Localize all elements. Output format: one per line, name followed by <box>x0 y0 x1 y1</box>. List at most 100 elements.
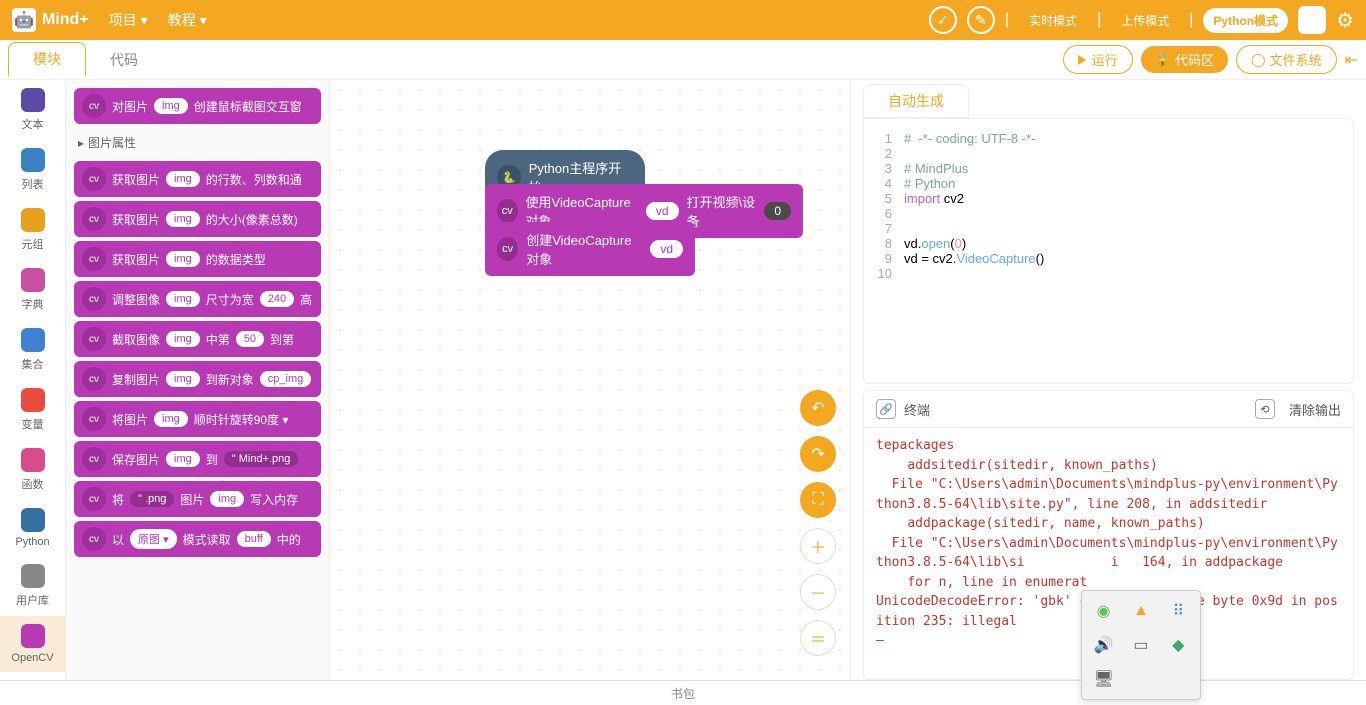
category-OpenCV[interactable]: OpenCV <box>0 616 65 672</box>
block-arg[interactable]: buff <box>237 531 271 547</box>
block-text: 截取图像 <box>112 331 160 348</box>
tab-code[interactable]: 代码 <box>86 44 162 76</box>
palette-block[interactable]: cv保存图片img到" Mind+.png <box>74 441 321 477</box>
menu-project[interactable]: 项目 ▾ <box>109 10 148 30</box>
code-area-button[interactable]: 🔒 代码区 <box>1141 46 1228 73</box>
zoom-reset-button[interactable]: ＝ <box>800 620 836 656</box>
palette-block[interactable]: cv将" .png图片img写入内存 <box>74 481 321 517</box>
block-videocapture-create[interactable]: cv 创建VideoCapture对象 vd <box>485 222 695 276</box>
robot-icon[interactable] <box>1298 6 1326 34</box>
block-arg[interactable]: img <box>154 98 188 114</box>
block-arg-obj[interactable]: vd <box>650 240 683 258</box>
tab-blocks[interactable]: 模块 <box>8 42 86 77</box>
block-text: 获取图片 <box>112 211 160 228</box>
palette-block[interactable]: cv获取图片img的行数、列数和通 <box>74 161 321 197</box>
block-text: 的大小(像素总数) <box>206 211 298 228</box>
palette-block[interactable]: cv复制图片img到新对象cp_img <box>74 361 321 397</box>
palette-block[interactable]: cv以原图 ▾模式读取buff中的 <box>74 521 321 557</box>
block-text: 将图片 <box>112 411 148 428</box>
block-arg[interactable]: img <box>166 331 200 347</box>
palette-section-label: 图片属性 <box>88 134 136 151</box>
block-arg[interactable]: cp_img <box>260 371 311 387</box>
category-字典[interactable]: 字典 <box>0 260 65 320</box>
block-arg[interactable]: img <box>154 411 188 427</box>
code-text <box>904 206 1353 221</box>
block-arg[interactable]: 240 <box>260 291 294 307</box>
category-icon <box>21 388 45 412</box>
mode-realtime[interactable]: 实时模式 <box>1019 8 1087 33</box>
menu-tutorial[interactable]: 教程 ▾ <box>168 10 207 30</box>
line-number: 1 <box>864 131 904 146</box>
mode-upload[interactable]: 上传模式 <box>1111 8 1179 33</box>
block-arg[interactable]: img <box>210 491 244 507</box>
category-文本[interactable]: 文本 <box>0 80 65 140</box>
file-system-button[interactable]: ◯ 文件系统 <box>1236 45 1337 74</box>
block-arg-device[interactable]: 0 <box>764 202 791 220</box>
block-label: 创建VideoCapture对象 <box>526 230 642 268</box>
palette-block[interactable]: cv获取图片img的大小(像素总数) <box>74 201 321 237</box>
category-函数[interactable]: 函数 <box>0 440 65 500</box>
terminal-clear-button[interactable]: ⟲ 清除输出 <box>1255 399 1341 419</box>
category-变量[interactable]: 变量 <box>0 380 65 440</box>
gear-icon[interactable]: ⚙ <box>1336 8 1354 33</box>
tray-grid-icon[interactable]: ⠿ <box>1163 597 1194 625</box>
mode-python[interactable]: Python模式 <box>1203 8 1288 33</box>
undo-button[interactable]: ↶ <box>800 390 836 426</box>
tray-volume-icon[interactable]: 🔊 <box>1088 631 1119 659</box>
palette-block[interactable]: cv对图片img创建鼠标截图交互窗 <box>74 88 321 124</box>
code-text: # -*- coding: UTF-8 -*- <box>904 131 1353 146</box>
category-label: OpenCV <box>11 652 53 664</box>
palette-block[interactable]: cv调整图像img尺寸为宽240高 <box>74 281 321 317</box>
block-canvas[interactable]: 🐍 Python主程序开始 cv 使用VideoCapture对象 vd 打开视… <box>330 80 850 680</box>
code-tabs: 自动生成 <box>851 80 1366 118</box>
block-arg[interactable]: img <box>166 451 200 467</box>
block-arg[interactable]: img <box>166 251 200 267</box>
block-arg[interactable]: img <box>166 171 200 187</box>
block-arg[interactable]: " .png <box>130 491 174 507</box>
block-arg[interactable]: " Mind+.png <box>224 451 299 467</box>
code-tab-autogen[interactable]: 自动生成 <box>863 84 969 118</box>
block-arg[interactable]: 原图 ▾ <box>130 529 177 549</box>
category-列表[interactable]: 列表 <box>0 140 65 200</box>
block-arg[interactable]: img <box>166 291 200 307</box>
link-icon[interactable]: 🔗 <box>876 399 896 419</box>
run-button[interactable]: 运行 <box>1063 45 1133 74</box>
tray-window-icon[interactable]: ▭ <box>1125 631 1156 659</box>
palette-block[interactable]: cv获取图片img的数据类型 <box>74 241 321 277</box>
category-集合[interactable]: 集合 <box>0 320 65 380</box>
chevron-down-icon: ▾ <box>200 12 207 29</box>
redo-button[interactable]: ↷ <box>800 436 836 472</box>
category-元组[interactable]: 元组 <box>0 200 65 260</box>
clear-icon: ⟲ <box>1255 399 1275 419</box>
edit-icon[interactable]: ✎ <box>967 6 995 34</box>
block-text: 到第 <box>270 331 294 348</box>
category-Python[interactable]: Python <box>0 500 65 556</box>
block-arg[interactable]: img <box>166 211 200 227</box>
tray-nginx-icon[interactable]: ◆ <box>1163 631 1194 659</box>
code-text <box>904 221 1353 236</box>
category-label: 变量 <box>22 416 44 432</box>
code-text <box>904 146 1353 161</box>
block-arg[interactable]: 50 <box>236 331 264 347</box>
tray-wechat-icon[interactable]: ◉ <box>1088 597 1119 625</box>
zoom-out-button[interactable]: － <box>800 574 836 610</box>
category-icon <box>21 508 45 532</box>
opencv-icon: cv <box>82 287 106 311</box>
collapse-icon[interactable]: ⇤ <box>1345 50 1358 70</box>
block-arg[interactable]: img <box>166 371 200 387</box>
block-palette[interactable]: cv对图片img创建鼠标截图交互窗 ▸ 图片属性 cv获取图片img的行数、列数… <box>66 80 330 680</box>
zoom-in-button[interactable]: ＋ <box>800 528 836 564</box>
category-label: 元组 <box>22 236 44 252</box>
code-editor[interactable]: 1# -*- coding: UTF-8 -*-23# MindPlus4# P… <box>863 118 1354 384</box>
block-arg-obj[interactable]: vd <box>646 202 679 220</box>
code-area-label: 代码区 <box>1175 50 1214 69</box>
crop-button[interactable]: ⛶ <box>800 482 836 518</box>
tray-flame-icon[interactable]: ▲ <box>1125 597 1156 625</box>
circle-icon: ◯ <box>1251 52 1266 68</box>
chart-icon[interactable]: ✓ <box>929 6 957 34</box>
block-text: 的数据类型 <box>206 251 266 268</box>
palette-block[interactable]: cv截取图像img中第50到第 <box>74 321 321 357</box>
palette-block[interactable]: cv将图片img顺时针旋转90度 ▾ <box>74 401 321 437</box>
category-用户库[interactable]: 用户库 <box>0 556 65 616</box>
tray-monitor-icon[interactable]: 🖥 <box>1088 665 1119 693</box>
